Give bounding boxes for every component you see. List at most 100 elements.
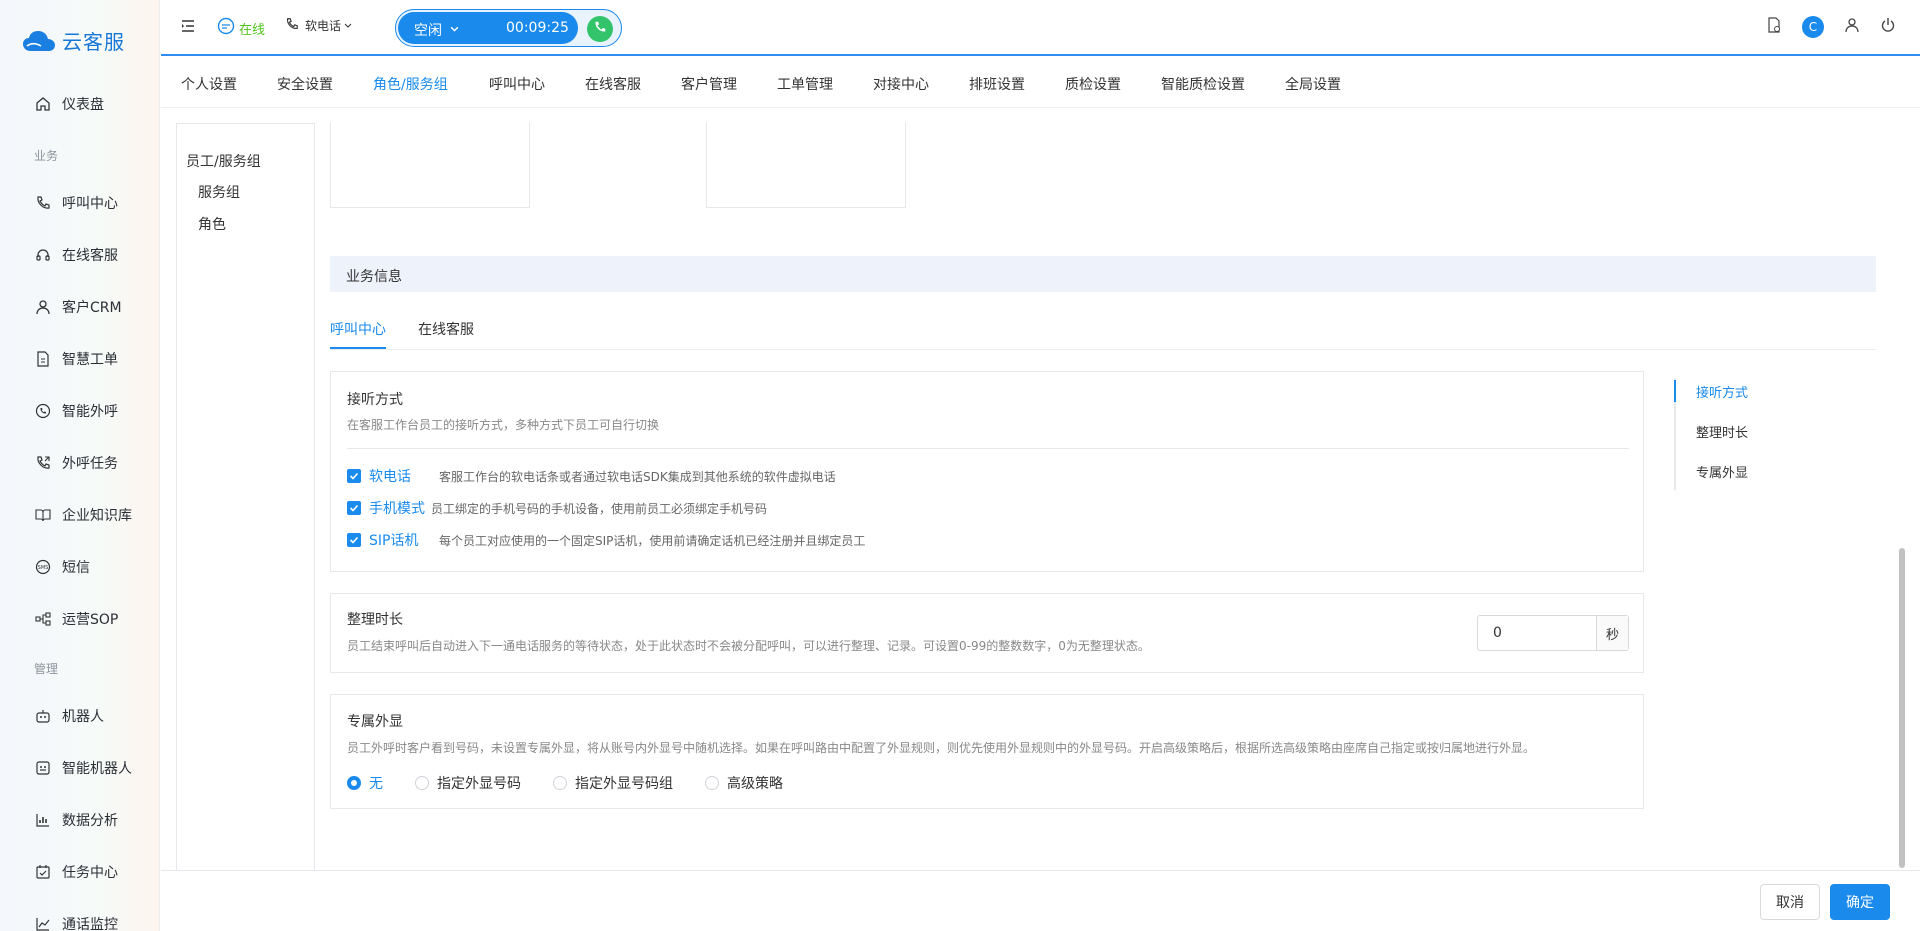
- sidebar-item-label: 智能外呼: [62, 404, 118, 420]
- chevron-down-icon: [344, 19, 352, 33]
- info-card: [330, 122, 530, 208]
- wrap-time-section: 整理时长 员工结束呼叫后自动进入下一通电话服务的等待状态，处于此状态时不会被分配…: [330, 593, 1644, 673]
- subtab-call-center[interactable]: 呼叫中心: [330, 319, 386, 339]
- sidebar-item-label: 任务中心: [62, 865, 118, 881]
- status-text: 在线: [239, 22, 266, 38]
- sidebar-item-ticket[interactable]: 智慧工单: [0, 341, 159, 377]
- call-state-pill[interactable]: 空闲 00:09:25: [398, 12, 578, 44]
- radio-number-group[interactable]: 指定外显号码组: [553, 773, 673, 793]
- header-actions: C: [1766, 16, 1896, 38]
- radio-advanced[interactable]: 高级策略: [705, 773, 783, 793]
- cloud-icon: [23, 30, 55, 51]
- option-name: 软电话: [369, 469, 411, 485]
- section-manage: 管理: [34, 662, 59, 676]
- sidebar-item-dashboard[interactable]: 仪表盘: [0, 86, 159, 122]
- sidebar-item-outbound-task[interactable]: 外呼任务: [0, 445, 159, 481]
- agent-status[interactable]: 在线: [217, 17, 265, 39]
- book-icon: [34, 506, 52, 524]
- cancel-button[interactable]: 取消: [1760, 884, 1820, 920]
- radio-label: 指定外显号码: [437, 776, 521, 792]
- checkbox-checked[interactable]: [347, 469, 361, 483]
- call-timer: 00:09:25: [506, 20, 569, 36]
- anchor-wrap-time[interactable]: 整理时长: [1696, 422, 1748, 441]
- tab-integration[interactable]: 对接中心: [873, 74, 929, 94]
- sidebar-item-smart-outbound[interactable]: 智能外呼: [0, 393, 159, 429]
- power-icon[interactable]: [1880, 17, 1896, 37]
- answer-mode-desc: 在客服工作台员工的接听方式，多种方式下员工可自行切换: [347, 418, 660, 432]
- scrollbar[interactable]: [1899, 548, 1905, 868]
- document-icon: [34, 350, 52, 368]
- section-anchor-nav: 接听方式 整理时长 专属外显: [1674, 378, 1794, 490]
- radio-label: 指定外显号码组: [575, 776, 673, 792]
- radio-none[interactable]: 无: [347, 773, 383, 793]
- wrap-time-input[interactable]: [1479, 617, 1596, 649]
- tab-ticket[interactable]: 工单管理: [777, 74, 833, 94]
- tab-smart-qc[interactable]: 智能质检设置: [1161, 74, 1245, 94]
- tab-schedule[interactable]: 排班设置: [969, 74, 1025, 94]
- subnav-role[interactable]: 角色: [198, 214, 226, 234]
- tab-call-center[interactable]: 呼叫中心: [489, 74, 545, 94]
- sidebar-item-label: 客户CRM: [62, 300, 122, 316]
- answer-mode-section: 接听方式 在客服工作台员工的接听方式，多种方式下员工可自行切换 软电话 客服工作…: [330, 371, 1644, 572]
- phone-circle-icon: [34, 402, 52, 420]
- subtab-online-service[interactable]: 在线客服: [418, 319, 474, 339]
- sidebar-item-robot[interactable]: 机器人: [0, 698, 159, 734]
- option-sip[interactable]: SIP话机 每个员工对应使用的一个固定SIP话机，使用前请确定话机已经注册并且绑…: [347, 530, 865, 550]
- sidebar-item-task-center[interactable]: 任务中心: [0, 854, 159, 890]
- radio-fixed-number[interactable]: 指定外显号码: [415, 773, 521, 793]
- sidebar-item-crm[interactable]: 客户CRM: [0, 289, 159, 325]
- dial-button[interactable]: [587, 16, 613, 42]
- checkbox-checked[interactable]: [347, 501, 361, 515]
- call-status-bar: 空闲 00:09:25: [395, 9, 622, 47]
- sidebar-item-label: 仪表盘: [62, 97, 104, 113]
- sms-icon: SMS: [34, 558, 52, 576]
- sidebar-item-online-service[interactable]: 在线客服: [0, 237, 159, 273]
- anchor-caller-id[interactable]: 专属外显: [1696, 462, 1748, 481]
- tab-global[interactable]: 全局设置: [1285, 74, 1341, 94]
- tab-personal[interactable]: 个人设置: [181, 74, 237, 94]
- divider: [347, 448, 1629, 449]
- brand-logo[interactable]: 云客服: [22, 26, 125, 55]
- subnav-service-group[interactable]: 服务组: [198, 182, 240, 202]
- settings-tabs: 个人设置 安全设置 角色/服务组 呼叫中心 在线客服 客户管理 工单管理 对接中…: [161, 58, 1920, 108]
- option-desc: 每个员工对应使用的一个固定SIP话机，使用前请确定话机已经注册并且绑定员工: [439, 533, 866, 548]
- sidebar-item-knowledge-base[interactable]: 企业知识库: [0, 497, 159, 533]
- call-state-select[interactable]: 空闲: [414, 20, 459, 40]
- sidebar-item-label: 智能机器人: [62, 761, 132, 777]
- sidebar-item-call-center[interactable]: 呼叫中心: [0, 185, 159, 221]
- option-softphone[interactable]: 软电话 客服工作台的软电话条或者通过软电话SDK集成到其他系统的软件虚拟电话: [347, 466, 836, 486]
- notice-doc-icon[interactable]: [1766, 17, 1782, 37]
- tab-customer[interactable]: 客户管理: [681, 74, 737, 94]
- tab-security[interactable]: 安全设置: [277, 74, 333, 94]
- sidebar-item-smart-robot[interactable]: 智能机器人: [0, 750, 159, 786]
- avatar[interactable]: C: [1802, 16, 1824, 38]
- checkbox-checked[interactable]: [347, 533, 361, 547]
- tab-qc[interactable]: 质检设置: [1065, 74, 1121, 94]
- sidebar-item-analytics[interactable]: 数据分析: [0, 802, 159, 838]
- sidebar-item-label: 通话监控: [62, 917, 118, 931]
- option-mobile[interactable]: 手机模式 员工绑定的手机号码的手机设备，使用前员工必须绑定手机号码: [347, 498, 767, 518]
- sidebar-item-label: 智慧工单: [62, 352, 118, 368]
- anchor-answer-mode[interactable]: 接听方式: [1696, 382, 1748, 401]
- confirm-button[interactable]: 确定: [1830, 884, 1890, 920]
- info-card: [706, 122, 906, 208]
- top-header: 在线 软电话 空闲 00:09:25 C: [161, 0, 1920, 56]
- tab-online-service[interactable]: 在线客服: [585, 74, 641, 94]
- section-header-business: 业务信息: [330, 256, 1876, 292]
- tab-role-group[interactable]: 角色/服务组: [373, 74, 448, 94]
- option-name: SIP话机: [369, 533, 419, 549]
- user-icon[interactable]: [1844, 17, 1860, 37]
- subnav-staff-group[interactable]: 员工/服务组: [186, 151, 261, 171]
- phone-icon: [34, 194, 52, 212]
- wrap-time-title: 整理时长: [347, 612, 403, 628]
- active-subtab-indicator: [330, 347, 386, 349]
- menu-fold-icon[interactable]: [180, 18, 196, 38]
- sidebar-item-label: 在线客服: [62, 248, 118, 264]
- footer-actions: 取消 确定: [161, 870, 1920, 931]
- phone-mode-select[interactable]: 软电话: [279, 17, 352, 34]
- sidebar-item-call-monitor[interactable]: 通话监控: [0, 906, 159, 931]
- sidebar-item-sms[interactable]: SMS 短信: [0, 549, 159, 585]
- smart-robot-icon: [34, 759, 52, 777]
- sidebar-item-sop[interactable]: 运营SOP: [0, 601, 159, 637]
- sidebar-item-label: 企业知识库: [62, 508, 132, 524]
